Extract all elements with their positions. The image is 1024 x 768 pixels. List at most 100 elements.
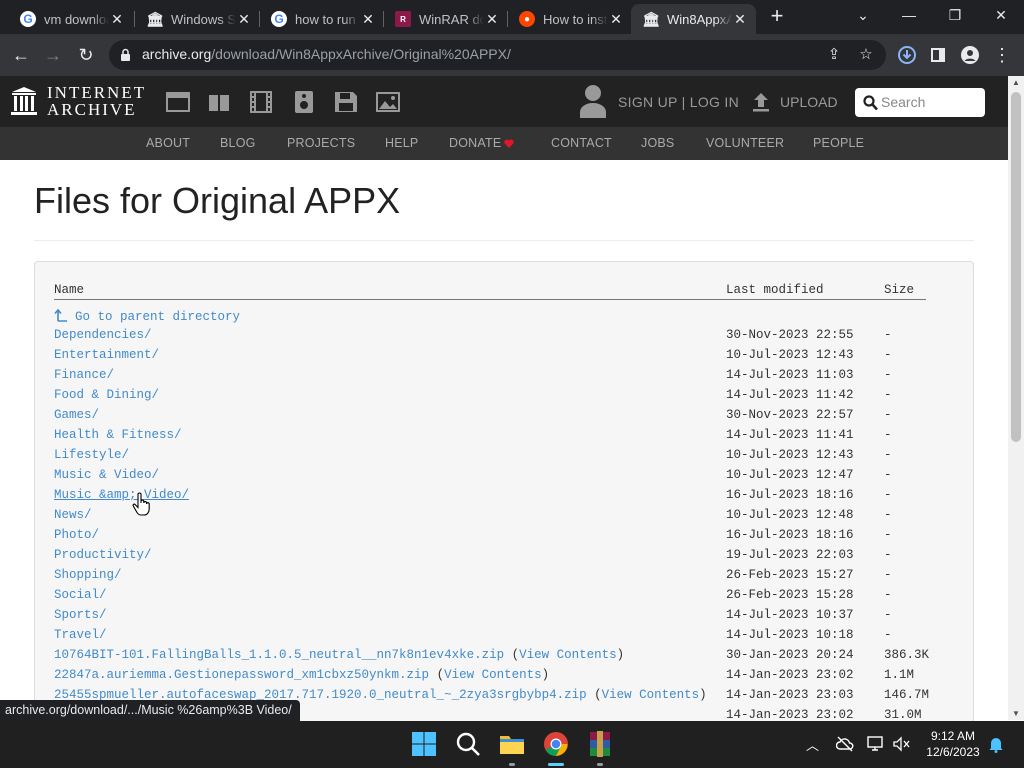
file-link[interactable]: Productivity/ — [54, 548, 152, 562]
search-input[interactable] — [881, 93, 979, 111]
file-link[interactable]: 10764BIT-101.FallingBalls_1.1.0.5_neutra… — [54, 648, 504, 662]
up-arrow-icon — [54, 308, 67, 322]
file-link[interactable]: Finance/ — [54, 368, 114, 382]
profile-avatar-icon[interactable] — [957, 42, 983, 68]
show-hidden-icons-chevron-icon[interactable]: ︿ — [806, 735, 819, 754]
browser-tab[interactable]: 🏛 Windows Store ✕ — [135, 4, 260, 34]
file-link[interactable]: Food & Dining/ — [54, 388, 159, 402]
scrollbar-thumb[interactable] — [1011, 92, 1021, 442]
bookmark-star-icon[interactable]: ☆ — [857, 46, 875, 64]
file-link[interactable]: Sports/ — [54, 608, 107, 622]
file-link[interactable]: Music &amp; Video/ — [54, 488, 189, 502]
file-link[interactable]: Games/ — [54, 408, 99, 422]
file-link[interactable]: Entertainment/ — [54, 348, 159, 362]
view-contents-link[interactable]: View Contents — [602, 688, 700, 702]
chrome-icon[interactable] — [543, 731, 569, 757]
scroll-down-arrow-icon[interactable]: ▼ — [1008, 709, 1024, 718]
file-explorer-icon[interactable] — [499, 731, 525, 757]
browser-tab[interactable]: ● How to install ✕ — [507, 4, 632, 34]
web-icon[interactable] — [166, 91, 190, 113]
column-header-size[interactable]: Size — [884, 283, 914, 297]
download-icon[interactable] — [894, 42, 920, 68]
audio-speaker-icon[interactable] — [292, 91, 316, 113]
file-link[interactable]: Travel/ — [54, 628, 107, 642]
close-tab-icon[interactable]: ✕ — [484, 11, 500, 28]
size-cell: - — [884, 348, 892, 362]
upload-link[interactable]: UPLOAD — [780, 94, 838, 110]
google-icon: G — [271, 11, 287, 27]
last-modified-cell: 14-Jul-2023 11:03 — [726, 368, 854, 382]
nav-blog[interactable]: BLOG — [220, 136, 256, 150]
nav-volunteer[interactable]: VOLUNTEER — [706, 136, 784, 150]
close-tab-icon[interactable]: ✕ — [109, 11, 125, 28]
back-arrow-icon[interactable]: ← — [8, 42, 34, 68]
scroll-up-arrow-icon[interactable]: ▲ — [1008, 78, 1024, 87]
reload-icon[interactable]: ↻ — [73, 42, 99, 68]
file-link[interactable]: 22847a.auriemma.Gestionepassword_xm1cbxz… — [54, 668, 429, 682]
notification-bell-icon[interactable] — [988, 736, 1004, 753]
share-icon[interactable]: ⇪ — [825, 46, 843, 64]
signup-login-link[interactable]: SIGN UP | LOG IN — [618, 94, 739, 110]
restore-window-button[interactable]: ❐ — [932, 2, 978, 30]
column-header-modified[interactable]: Last modified — [726, 283, 824, 297]
view-contents-link[interactable]: View Contents — [444, 668, 542, 682]
system-clock[interactable]: 9:12 AM 12/6/2023 — [918, 728, 988, 760]
hand-pointer-cursor-icon — [132, 492, 150, 516]
upload-icon[interactable] — [752, 92, 770, 112]
new-tab-button[interactable]: + — [765, 5, 789, 29]
close-window-button[interactable]: ✕ — [978, 2, 1024, 30]
software-floppy-icon[interactable] — [334, 91, 358, 113]
nav-about[interactable]: ABOUT — [146, 136, 190, 150]
onedrive-cloud-icon[interactable] — [836, 736, 854, 752]
internet-archive-wordmark[interactable]: INTERNET ARCHIVE — [47, 84, 146, 118]
file-link[interactable]: Health & Fitness/ — [54, 428, 182, 442]
search-icon[interactable] — [863, 95, 878, 111]
column-header-name[interactable]: Name — [54, 283, 84, 297]
nav-help[interactable]: HELP — [385, 136, 418, 150]
close-tab-icon[interactable]: ✕ — [236, 11, 252, 28]
browser-tab[interactable]: R WinRAR download ✕ — [383, 4, 508, 34]
file-link[interactable]: Photo/ — [54, 528, 99, 542]
browser-tab[interactable]: G how to run ✕ — [259, 4, 384, 34]
network-icon[interactable] — [867, 736, 885, 752]
address-bar[interactable]: archive.org/download/Win8AppxArchive/Ori… — [109, 40, 886, 70]
browser-menu-icon[interactable]: ⋮ — [989, 42, 1015, 68]
browser-tab[interactable]: G vm downloads ✕ — [8, 4, 133, 34]
file-name-cell: News/ — [54, 508, 92, 522]
forward-arrow-icon[interactable]: → — [40, 42, 66, 68]
file-link[interactable]: Music & Video/ — [54, 468, 159, 482]
user-avatar-icon[interactable] — [580, 84, 606, 118]
nav-contact[interactable]: CONTACT — [551, 136, 612, 150]
title-divider — [34, 240, 974, 241]
close-tab-icon[interactable]: ✕ — [732, 11, 748, 28]
file-link[interactable]: News/ — [54, 508, 92, 522]
file-link[interactable]: Shopping/ — [54, 568, 122, 582]
view-contents-wrapper: (View Contents) — [504, 648, 625, 662]
nav-jobs[interactable]: JOBS — [641, 136, 674, 150]
browser-tab-active[interactable]: 🏛 Win8AppxArchive ✕ — [631, 4, 756, 34]
side-panel-icon[interactable] — [925, 42, 951, 68]
video-film-icon[interactable] — [249, 91, 273, 113]
nav-donate[interactable]: DONATE — [449, 136, 501, 150]
file-link[interactable]: Social/ — [54, 588, 107, 602]
logo-line-internet: INTERNET — [47, 83, 147, 102]
close-tab-icon[interactable]: ✕ — [608, 11, 624, 28]
nav-people[interactable]: PEOPLE — [813, 136, 864, 150]
close-tab-icon[interactable]: ✕ — [360, 11, 376, 28]
view-contents-link[interactable]: View Contents — [519, 648, 617, 662]
tab-search-chevron-icon[interactable]: ⌄ — [840, 2, 886, 30]
vertical-scrollbar[interactable]: ▲ ▼ — [1008, 76, 1024, 720]
windows-start-icon[interactable] — [411, 731, 437, 757]
file-link[interactable]: Dependencies/ — [54, 328, 152, 342]
winrar-taskbar-icon[interactable] — [587, 731, 613, 757]
images-icon[interactable] — [376, 91, 400, 113]
minimize-window-button[interactable]: — — [886, 2, 932, 30]
file-link[interactable]: Lifestyle/ — [54, 448, 129, 462]
internet-archive-logo-icon[interactable] — [10, 86, 38, 116]
search-taskbar-icon[interactable] — [455, 731, 481, 757]
volume-muted-icon[interactable] — [893, 736, 911, 752]
texts-book-icon[interactable] — [207, 91, 231, 113]
parent-directory-link[interactable]: Go to parent directory — [54, 308, 240, 324]
nav-projects[interactable]: PROJECTS — [287, 136, 355, 150]
tab-strip: G vm downloads ✕ 🏛 Windows Store ✕ G how… — [0, 0, 1024, 34]
